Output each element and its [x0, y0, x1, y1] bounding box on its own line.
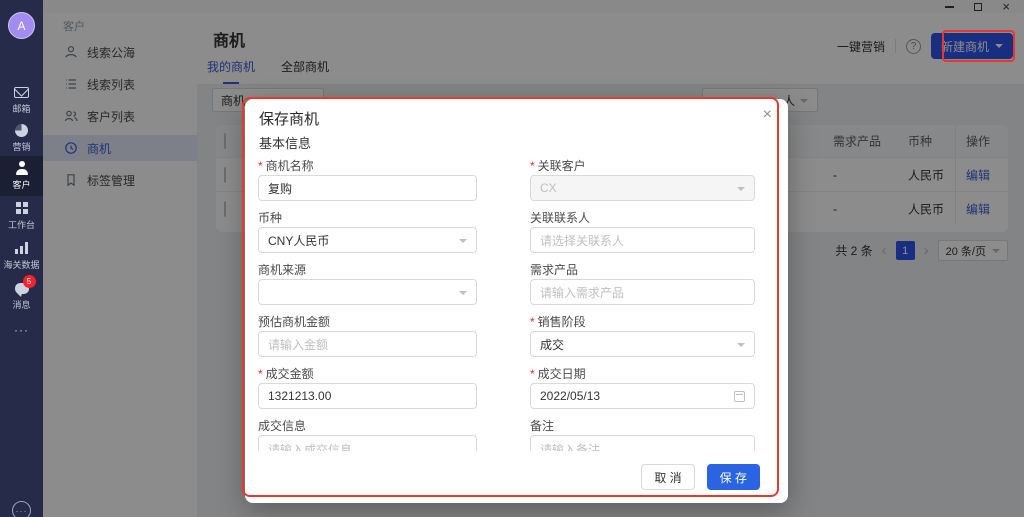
avatar[interactable]: A [8, 12, 35, 39]
opportunity-name-input-cell: *商机名称复购 [258, 157, 477, 201]
person-icon [15, 161, 29, 175]
related-customer-select[interactable]: CX [530, 175, 755, 201]
rail-item-messages[interactable]: 5 消息 [0, 276, 43, 316]
field-label: 预估商机金额 [258, 313, 477, 327]
field-label: *成交金额 [258, 365, 477, 379]
chevron-down-icon [459, 239, 467, 243]
rail-bottom-more-icon[interactable]: ··· [12, 501, 31, 517]
field-label: *销售阶段 [530, 313, 755, 327]
remark-textarea[interactable]: 请输入备注 [530, 435, 755, 451]
opportunity-source-select-cell: 商机来源 [258, 261, 477, 305]
field-label: 成交信息 [258, 417, 477, 431]
currency-select-cell: 币种 CNY人民币 [258, 209, 477, 253]
field-label: 关联联系人 [530, 209, 755, 223]
close-icon[interactable]: × [763, 107, 772, 123]
ellipsis-icon: ··· [14, 327, 29, 333]
field-label: *成交日期 [530, 365, 755, 379]
chevron-down-icon [737, 187, 745, 191]
rail-item-more[interactable]: ··· [0, 322, 43, 338]
deal-amount-input-cell: *成交金额 1321213.00 [258, 365, 477, 409]
deal-date-input-cell: *成交日期 2022/05/13 [530, 365, 755, 409]
left-rail: A 邮箱 营销 客户 工作台 海关数据 5 消息 ··· ··· [0, 0, 43, 517]
chevron-down-icon [737, 343, 745, 347]
modal-footer: 取 消 保 存 [245, 451, 788, 503]
related-contact-input-cell: 关联联系人请选择关联系人 [530, 209, 755, 253]
mail-icon [14, 87, 29, 98]
modal-fields: *商机名称复购 *关联客户 CX 币种 CNY人民币 关联联系人请选择关联系人商机来源 需求… [258, 157, 773, 451]
field-label: *商机名称 [258, 157, 477, 171]
deal-info-textarea[interactable]: 请输入成交信息 [258, 435, 477, 451]
sales-stage-select[interactable]: 成交 [530, 331, 755, 357]
deal-date-input[interactable]: 2022/05/13 [530, 383, 755, 409]
deal-info-textarea-cell: 成交信息请输入成交信息 [258, 417, 477, 451]
demand-product-input-cell: 需求产品请输入需求产品 [530, 261, 755, 305]
app-window: × A 邮箱 营销 客户 工作台 海关数据 5 消息 · [0, 0, 1024, 517]
demand-product-input[interactable]: 请输入需求产品 [530, 279, 755, 305]
opportunity-name-input[interactable]: 复购 [258, 175, 477, 201]
field-label: 备注 [530, 417, 755, 431]
calendar-icon [734, 391, 745, 402]
rail-item-customs-data[interactable]: 海关数据 [0, 236, 43, 276]
field-label: 币种 [258, 209, 477, 223]
sales-stage-select-cell: *销售阶段成交 [530, 313, 755, 357]
field-label: 需求产品 [530, 261, 755, 275]
chevron-down-icon [459, 291, 467, 295]
field-label: *关联客户 [530, 157, 755, 171]
rail-item-marketing[interactable]: 营销 [0, 118, 43, 158]
field-label: 商机来源 [258, 261, 477, 275]
deal-amount-input[interactable]: 1321213.00 [258, 383, 477, 409]
grid-icon [16, 202, 28, 214]
currency-select[interactable]: CNY人民币 [258, 227, 477, 253]
save-button[interactable]: 保 存 [707, 464, 760, 490]
related-contact-input[interactable]: 请选择关联系人 [530, 227, 755, 253]
cancel-button[interactable]: 取 消 [641, 464, 694, 490]
rail-item-customer[interactable]: 客户 [0, 156, 43, 196]
rail-item-mail[interactable]: 邮箱 [0, 80, 43, 120]
unread-badge: 5 [23, 275, 36, 288]
bar-chart-icon [15, 242, 28, 254]
estimated-amount-input-cell: 预估商机金额请输入金额 [258, 313, 477, 357]
modal-section-title: 基本信息 [259, 133, 311, 152]
modal-title: 保存商机 [259, 108, 319, 129]
modal-body: 保存商机 × 基本信息 *商机名称复购 *关联客户 CX 币种 CNY人民币 关联联系人请… [245, 99, 788, 451]
pie-chart-icon [15, 124, 28, 137]
save-opportunity-modal: 保存商机 × 基本信息 *商机名称复购 *关联客户 CX 币种 CNY人民币 关联联系人请… [245, 99, 788, 503]
estimated-amount-input[interactable]: 请输入金额 [258, 331, 477, 357]
opportunity-source-select[interactable] [258, 279, 477, 305]
related-customer-select-cell: *关联客户 CX [530, 157, 755, 201]
rail-item-workbench[interactable]: 工作台 [0, 196, 43, 236]
remark-textarea-cell: 备注请输入备注 [530, 417, 755, 451]
